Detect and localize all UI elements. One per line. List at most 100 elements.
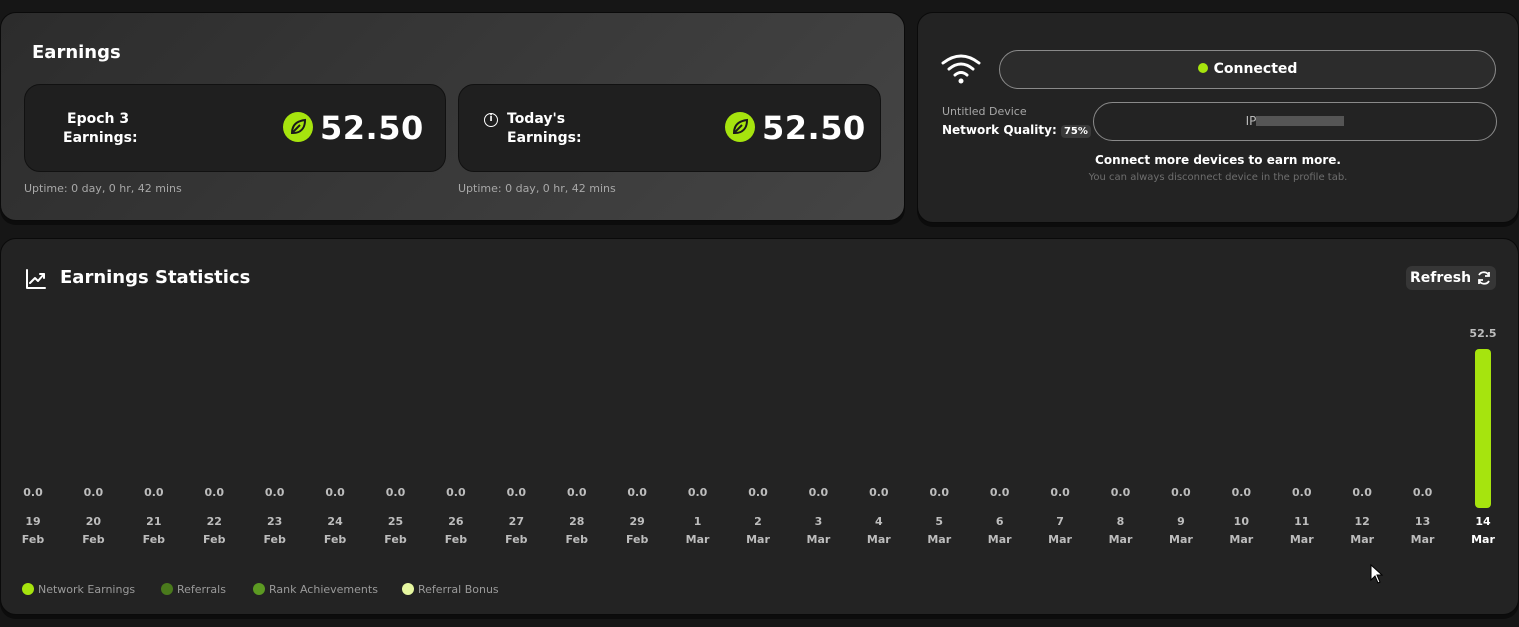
chart-x-tick-label: 4 Mar bbox=[866, 515, 891, 546]
cta-title: Connect more devices to earn more. bbox=[1095, 153, 1341, 167]
legend-label: Rank Achievements bbox=[269, 583, 378, 596]
today-earnings-label: Today's Earnings: bbox=[507, 110, 582, 148]
today-uptime: Uptime: 0 day, 0 hr, 42 mins bbox=[458, 182, 616, 195]
today-earnings-value: 52.50 bbox=[762, 109, 866, 147]
epoch-label-line1: Epoch 3 bbox=[67, 111, 130, 127]
chart-legend-item[interactable]: Referral Bonus bbox=[402, 583, 499, 596]
device-name: Untitled Device bbox=[942, 105, 1027, 118]
chart-x-tick-label: 23 Feb bbox=[263, 515, 286, 546]
mouse-cursor-icon bbox=[1370, 563, 1384, 588]
today-label-line1: Today's bbox=[507, 111, 566, 127]
chart-legend-item[interactable]: Rank Achievements bbox=[253, 583, 378, 596]
chart-legend-item[interactable]: Network Earnings bbox=[22, 583, 135, 596]
chart-value-label: 0.0 bbox=[1231, 486, 1252, 499]
legend-dot-icon bbox=[253, 583, 265, 595]
chart-value-label: 0.0 bbox=[23, 486, 43, 499]
chart-x-tick-label: 6 Mar bbox=[987, 515, 1012, 546]
epoch-earnings-value: 52.50 bbox=[320, 109, 424, 147]
earnings-panel: Earnings Epoch 3 Earnings: 52.50 Uptime:… bbox=[0, 12, 905, 221]
leaf-coin-icon bbox=[725, 112, 755, 142]
epoch-earnings-card: Epoch 3 Earnings: 52.50 bbox=[24, 84, 446, 172]
ip-address-field: IP bbox=[1093, 102, 1497, 141]
chart-value-label: 0.0 bbox=[1352, 486, 1372, 499]
ip-label: IP bbox=[1245, 114, 1257, 128]
chart-x-tick-label: 24 Feb bbox=[323, 515, 347, 546]
chart-value-label: 0.0 bbox=[325, 486, 345, 499]
chart-value-label: 0.0 bbox=[748, 486, 768, 499]
chart-x-tick-label: 27 Feb bbox=[505, 515, 528, 546]
chart-value-label: 0.0 bbox=[144, 486, 164, 499]
chart-value-label: 0.0 bbox=[385, 486, 406, 499]
chart-bar bbox=[1475, 349, 1491, 508]
earnings-title: Earnings bbox=[32, 42, 121, 63]
chart-value-label: 0.0 bbox=[83, 486, 104, 499]
chart-value-label: 0.0 bbox=[808, 486, 829, 499]
chart-value-label: 0.0 bbox=[1110, 486, 1131, 499]
chart-x-tick-label: 28 Feb bbox=[565, 515, 588, 546]
epoch-label-line2: Earnings: bbox=[63, 130, 138, 146]
legend-label: Referral Bonus bbox=[418, 583, 499, 596]
today-label-line2: Earnings: bbox=[507, 130, 582, 146]
legend-label: Network Earnings bbox=[38, 583, 136, 596]
chart-x-tick-label: 10 Mar bbox=[1229, 515, 1254, 546]
chart-x-tick-label: 12 Mar bbox=[1350, 515, 1375, 546]
info-icon[interactable]: i bbox=[484, 113, 498, 127]
chart-x-tick-label: 7 Mar bbox=[1048, 515, 1072, 546]
chart-legend-item[interactable]: Referrals bbox=[161, 583, 226, 596]
today-earnings-card: i Today's Earnings: 52.50 bbox=[458, 84, 881, 172]
chart-value-label: 0.0 bbox=[989, 486, 1010, 499]
chart-x-tick-label: 2 Mar bbox=[746, 515, 770, 546]
refresh-label: Refresh bbox=[1410, 270, 1472, 286]
wifi-icon bbox=[940, 51, 982, 89]
chart-value-label: 0.0 bbox=[1171, 486, 1191, 499]
trend-chart-icon bbox=[25, 268, 47, 294]
status-dot-icon bbox=[1197, 63, 1208, 73]
chart-x-tick-label: 13 Mar bbox=[1410, 515, 1435, 546]
refresh-icon bbox=[1478, 271, 1490, 285]
legend-dot-icon bbox=[161, 583, 173, 595]
ip-redacted-block bbox=[1256, 116, 1345, 126]
chart-x-tick-label: 9 Mar bbox=[1169, 515, 1193, 546]
earnings-statistics-panel: Earnings Statistics Refresh bbox=[0, 238, 1519, 615]
chart-x-tick-label: 3 Mar bbox=[806, 515, 831, 546]
chart-x-tick-label: 11 Mar bbox=[1289, 515, 1314, 546]
chart-value-label: 0.0 bbox=[1050, 486, 1070, 499]
earnings-statistics-title: Earnings Statistics bbox=[60, 267, 251, 288]
chart-value-label: 0.0 bbox=[204, 486, 225, 499]
connection-status-label: Connected bbox=[1213, 61, 1298, 77]
network-quality: Network Quality: 75% bbox=[942, 123, 1091, 138]
chart-value-label: 0.0 bbox=[446, 486, 466, 499]
refresh-button[interactable]: Refresh bbox=[1406, 266, 1496, 290]
chart-value-label: 0.0 bbox=[567, 486, 587, 499]
chart-x-tick-label: 5 Mar bbox=[927, 515, 952, 546]
chart-value-label: 0.0 bbox=[1292, 486, 1312, 499]
chart-value-label: 0.0 bbox=[929, 486, 950, 499]
epoch-earnings-label: Epoch 3 Earnings: bbox=[63, 110, 138, 148]
chart-x-tick-label: 19 Feb bbox=[21, 515, 45, 546]
chart-x-tick-label: 20 Feb bbox=[82, 515, 105, 546]
leaf-coin-icon bbox=[283, 112, 313, 142]
network-quality-label: Network Quality: bbox=[942, 123, 1057, 137]
chart-x-tick-label: 29 Feb bbox=[625, 515, 649, 546]
legend-dot-icon bbox=[22, 583, 34, 595]
chart-value-label: 0.0 bbox=[869, 486, 889, 499]
chart-x-tick-label: 25 Feb bbox=[384, 515, 407, 546]
chart-x-tick-label: 1 Mar bbox=[685, 515, 710, 546]
connection-status-button[interactable]: Connected bbox=[999, 50, 1496, 89]
chart-value-label: 0.0 bbox=[506, 486, 527, 499]
chart-x-tick-label: 8 Mar bbox=[1108, 515, 1133, 546]
chart-x-tick-label: 21 Feb bbox=[142, 515, 166, 546]
chart-x-tick-label: 26 Feb bbox=[444, 515, 468, 546]
chart-value-label: 0.0 bbox=[1412, 486, 1433, 499]
network-quality-badge: 75% bbox=[1060, 125, 1091, 138]
chart-value-label: 0.0 bbox=[627, 486, 647, 499]
chart-x-tick-label: 14 Mar bbox=[1471, 515, 1495, 546]
epoch-uptime: Uptime: 0 day, 0 hr, 42 mins bbox=[24, 182, 182, 195]
cta-subtitle: You can always disconnect device in the … bbox=[1088, 172, 1348, 183]
legend-label: Referrals bbox=[177, 583, 226, 596]
device-panel: Connected Untitled Device Network Qualit… bbox=[917, 12, 1519, 223]
chart-value-label: 52.5 bbox=[1469, 327, 1497, 340]
chart-x-tick-label: 22 Feb bbox=[203, 515, 226, 546]
chart-value-label: 0.0 bbox=[264, 486, 285, 499]
chart-value-label: 0.0 bbox=[687, 486, 708, 499]
